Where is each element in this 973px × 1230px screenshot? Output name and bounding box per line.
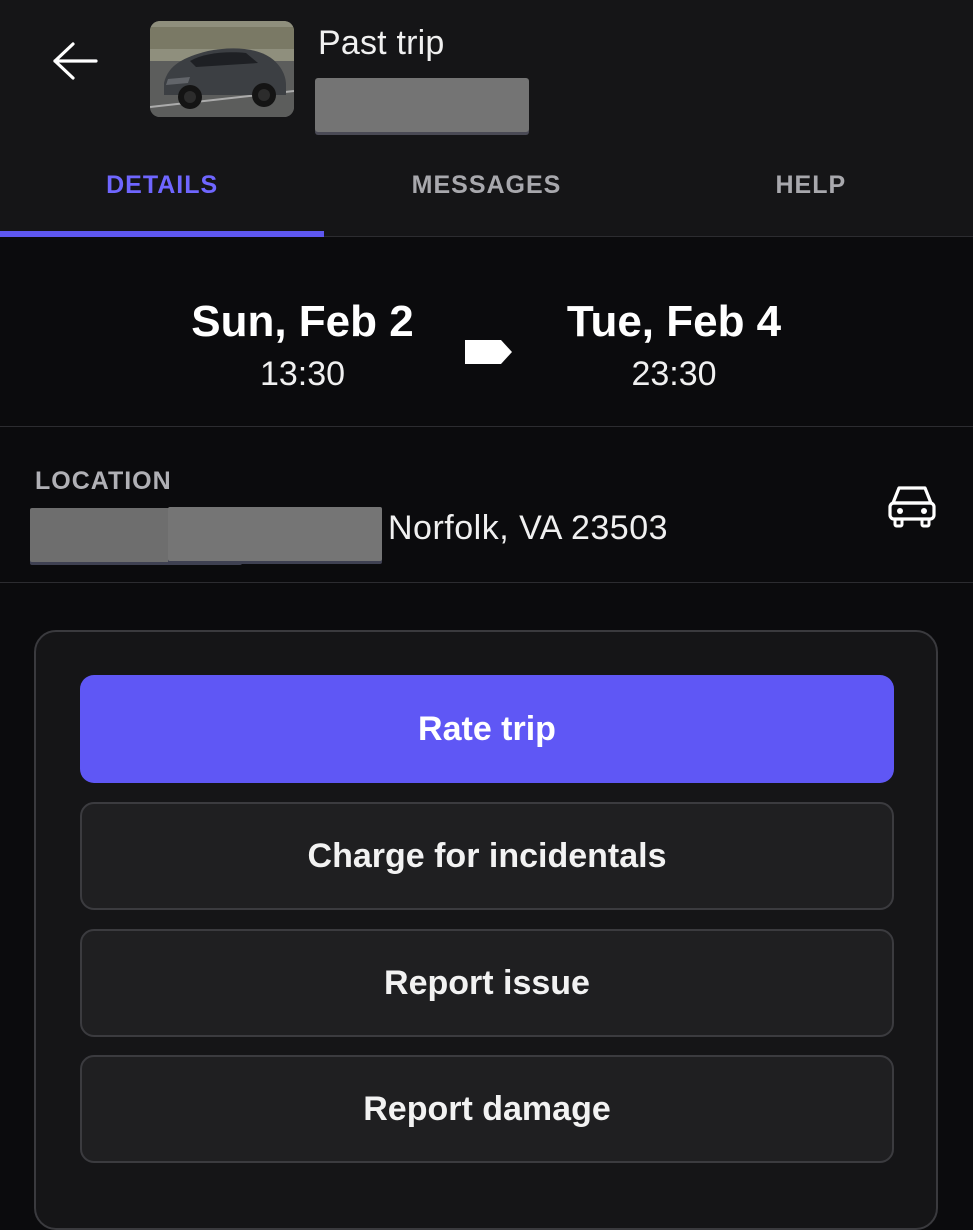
location-label: LOCATION xyxy=(35,467,172,495)
location-address: Norfolk, VA 23503 xyxy=(388,509,669,547)
report-issue-button[interactable]: Report issue xyxy=(80,929,894,1037)
redacted-address-part xyxy=(168,507,382,561)
date-arrow-icon xyxy=(465,340,512,364)
trip-actions-card: Rate trip Charge for incidentals Report … xyxy=(34,630,938,1230)
redacted-vehicle-name xyxy=(315,78,529,132)
back-button[interactable] xyxy=(44,30,106,92)
trip-dates: Sun, Feb 2 13:30 Tue, Feb 4 23:30 xyxy=(0,237,973,427)
end-date: Tue, Feb 4 xyxy=(566,297,782,346)
start-date: Sun, Feb 2 xyxy=(191,297,414,346)
app-header: Past trip xyxy=(0,0,973,150)
tab-bar: DETAILS MESSAGES HELP xyxy=(0,150,973,237)
car-front-icon xyxy=(888,486,936,528)
page-title: Past trip xyxy=(318,24,445,62)
start-time: 13:30 xyxy=(259,355,346,393)
vehicle-thumbnail xyxy=(150,21,294,117)
rate-trip-button[interactable]: Rate trip xyxy=(80,675,894,783)
tab-messages[interactable]: MESSAGES xyxy=(324,150,648,236)
report-damage-button[interactable]: Report damage xyxy=(80,1055,894,1163)
tab-details[interactable]: DETAILS xyxy=(0,150,324,236)
tab-help[interactable]: HELP xyxy=(649,150,973,236)
arrow-left-icon xyxy=(53,42,98,80)
vehicle-location-button[interactable] xyxy=(883,480,941,532)
trip-end: Tue, Feb 4 23:30 xyxy=(530,297,818,394)
charge-incidentals-button[interactable]: Charge for incidentals xyxy=(80,802,894,910)
location-section: LOCATION Norfolk, VA 23503 xyxy=(0,427,973,583)
trip-start: Sun, Feb 2 13:30 xyxy=(160,297,445,394)
end-time: 23:30 xyxy=(631,355,717,393)
